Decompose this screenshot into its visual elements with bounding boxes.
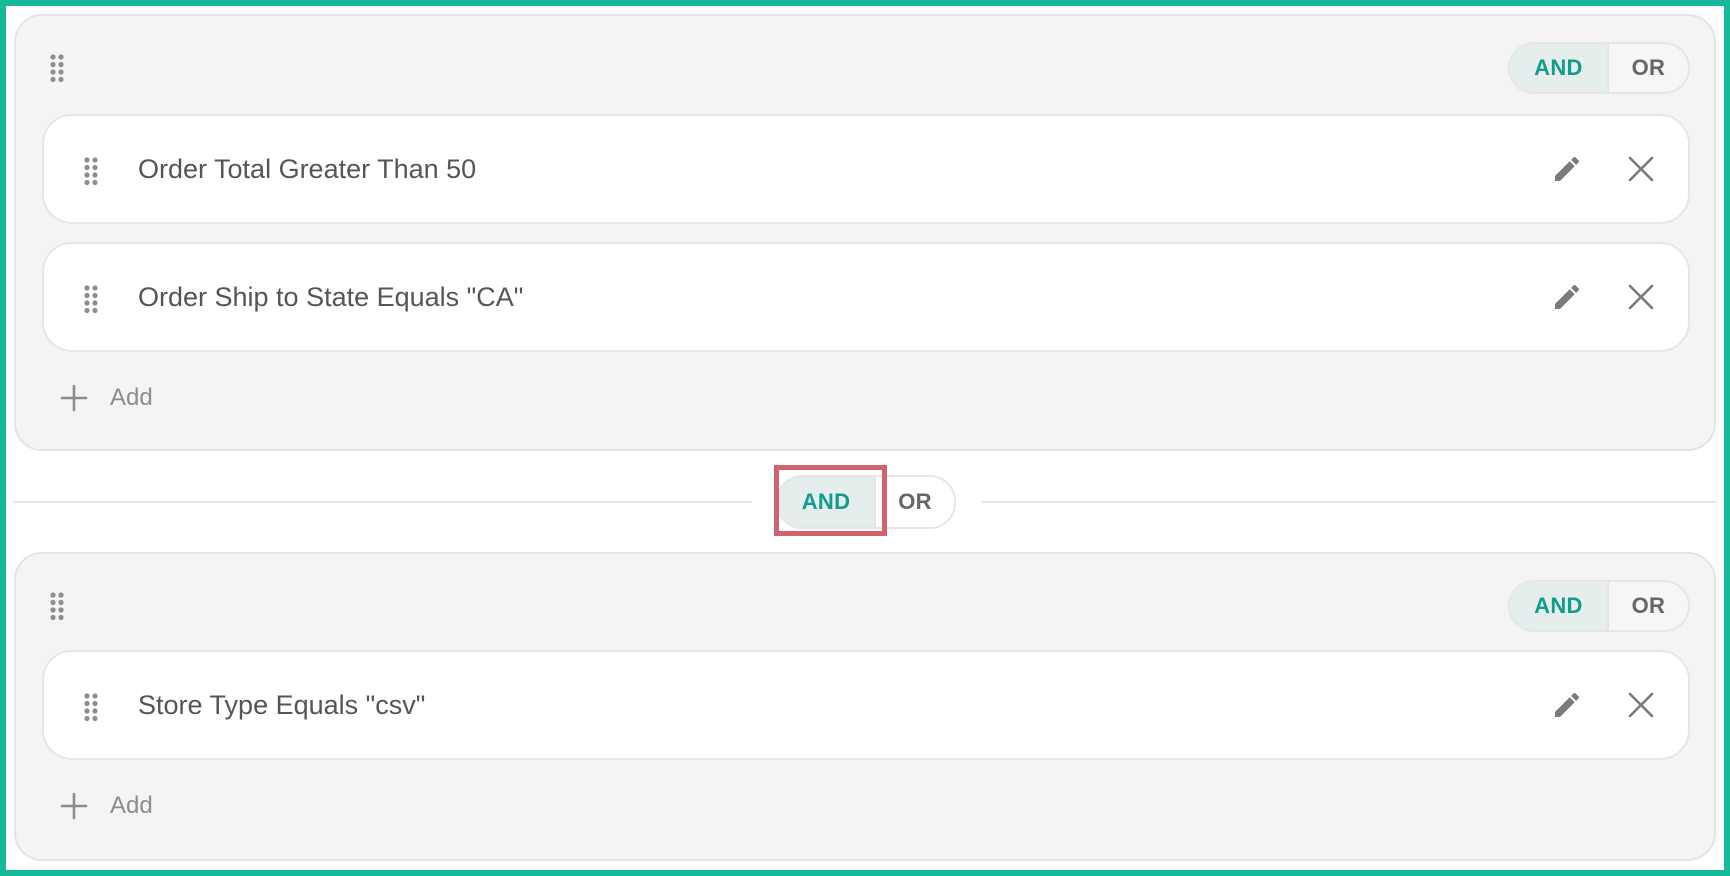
group-drag-handle-icon[interactable] (50, 592, 64, 620)
and-button[interactable]: AND (1510, 582, 1607, 630)
rule-row: Store Type Equals "csv" (42, 650, 1690, 760)
group-operator-toggle: AND OR (1508, 580, 1690, 632)
close-icon[interactable] (1620, 276, 1662, 318)
rule-label: Order Total Greater Than 50 (138, 154, 477, 184)
rule-drag-handle-icon[interactable] (84, 285, 98, 313)
condition-group-2: AND OR Store Type Equals "csv" Add (14, 552, 1716, 861)
plus-icon (60, 384, 88, 412)
pencil-icon[interactable] (1546, 148, 1588, 190)
rule-drag-handle-icon[interactable] (84, 693, 98, 721)
divider-line (14, 501, 752, 503)
rule-label: Order Ship to State Equals "CA" (138, 282, 524, 312)
group-drag-handle-icon[interactable] (50, 54, 64, 82)
rule-row: Order Ship to State Equals "CA" (42, 242, 1690, 352)
add-rule-button[interactable]: Add (60, 786, 153, 826)
plus-icon (60, 792, 88, 820)
rule-label: Store Type Equals "csv" (138, 690, 426, 720)
add-label: Add (110, 792, 153, 819)
pencil-icon[interactable] (1546, 276, 1588, 318)
add-rule-button[interactable]: Add (60, 378, 153, 418)
rule-row: Order Total Greater Than 50 (42, 114, 1690, 224)
group-operator-toggle: AND OR (1508, 42, 1690, 94)
pencil-icon[interactable] (1546, 684, 1588, 726)
close-icon[interactable] (1620, 684, 1662, 726)
divider-line (982, 501, 1716, 503)
add-label: Add (110, 384, 153, 411)
or-button[interactable]: OR (1606, 44, 1688, 92)
condition-group-1: AND OR Order Total Greater Than 50 Order… (14, 14, 1716, 451)
rule-drag-handle-icon[interactable] (84, 157, 98, 185)
highlight-box (774, 465, 887, 536)
or-button[interactable]: OR (1606, 582, 1688, 630)
and-button[interactable]: AND (1510, 44, 1607, 92)
close-icon[interactable] (1620, 148, 1662, 190)
